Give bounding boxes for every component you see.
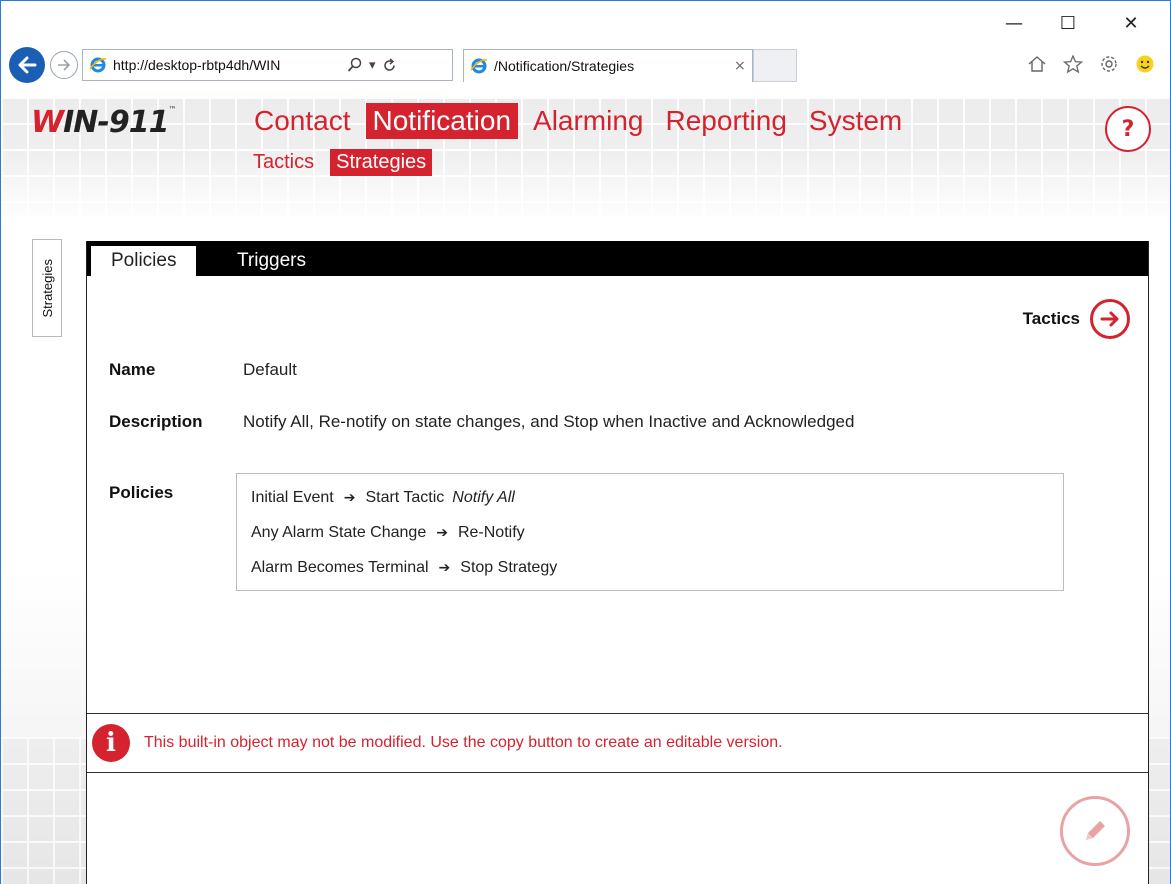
favorites-star-icon[interactable] — [1062, 53, 1084, 75]
forward-button[interactable] — [50, 51, 78, 79]
strategy-panel: Policies Triggers Tactics Name Default D… — [86, 241, 1149, 884]
back-arrow-icon — [18, 56, 37, 74]
policy-row: Any Alarm State Change ➔ Re-Notify — [251, 515, 1049, 550]
sub-nav: Tactics Strategies — [247, 149, 433, 176]
nav-notification[interactable]: Notification — [365, 103, 519, 139]
app-page: WIN-911™ Contact Notification Alarming R… — [0, 97, 1171, 884]
new-tab-button[interactable] — [753, 49, 797, 82]
dropdown-icon[interactable]: ▾ — [369, 58, 376, 73]
policy-row: Alarm Becomes Terminal ➔ Stop Strategy — [251, 550, 1049, 585]
subnav-tactics[interactable]: Tactics — [247, 149, 320, 176]
arrow-right-icon: ➔ — [343, 489, 356, 506]
strategies-side-tab[interactable]: Strategies — [32, 239, 62, 337]
home-icon[interactable] — [1026, 53, 1048, 75]
notice-text: This built-in object may not be modified… — [144, 734, 783, 751]
policy-action: Re-Notify — [457, 523, 525, 541]
policy-event: Alarm Becomes Terminal — [251, 558, 429, 576]
feedback-smiley-icon[interactable] — [1134, 53, 1156, 75]
side-tab-label: Strategies — [39, 258, 55, 318]
edit-button[interactable] — [1060, 796, 1130, 866]
policy-event: Any Alarm State Change — [251, 523, 427, 541]
policies-label: Policies — [109, 483, 174, 502]
tactics-link[interactable]: Tactics — [1023, 299, 1130, 339]
tab-policies[interactable]: Policies — [91, 246, 197, 276]
arrow-right-icon: ➔ — [438, 559, 451, 576]
pencil-icon — [1086, 821, 1105, 840]
description-value: Notify All, Re-notify on state changes, … — [243, 412, 855, 431]
policy-detail: Notify All — [452, 488, 515, 506]
address-bar[interactable]: http://desktop-rbtp4dh/WIN ▾ — [82, 49, 453, 81]
panel-tabbar: Policies Triggers — [87, 241, 1148, 276]
tab-close-icon[interactable]: × — [734, 58, 746, 74]
nav-reporting[interactable]: Reporting — [659, 103, 794, 139]
arrow-right-circle-icon[interactable] — [1090, 299, 1130, 339]
refresh-icon[interactable] — [382, 57, 397, 73]
nav-contact[interactable]: Contact — [247, 103, 358, 139]
ie-logo-icon — [89, 56, 107, 74]
minimize-button[interactable]: — — [994, 9, 1034, 37]
policy-action: Stop Strategy — [460, 558, 558, 576]
policy-row: Initial Event ➔ Start Tactic Notify All — [251, 480, 1049, 515]
close-window-button[interactable]: ✕ — [1111, 9, 1151, 37]
maximize-button[interactable]: ☐ — [1048, 9, 1088, 37]
name-label: Name — [109, 360, 156, 379]
info-icon: i — [92, 724, 130, 762]
help-button[interactable]: ? — [1105, 106, 1151, 152]
browser-tab-strategies[interactable]: /Notification/Strategies × — [463, 49, 753, 82]
back-button[interactable] — [9, 47, 45, 83]
description-label: Description — [109, 412, 203, 431]
subnav-strategies[interactable]: Strategies — [330, 149, 433, 176]
tab-title: /Notification/Strategies — [494, 58, 635, 74]
policy-action: Start Tactic — [365, 488, 445, 506]
policies-list: Initial Event ➔ Start Tactic Notify All … — [236, 473, 1064, 591]
nav-system[interactable]: System — [802, 103, 909, 139]
forward-arrow-icon — [58, 59, 71, 71]
nav-alarming[interactable]: Alarming — [526, 103, 650, 139]
browser-chrome: — ☐ ✕ http://desktop-rbtp4dh/WIN ▾ /Noti… — [0, 0, 1171, 97]
url-text[interactable]: http://desktop-rbtp4dh/WIN — [113, 57, 341, 73]
main-nav: Contact Notification Alarming Reporting … — [247, 103, 909, 139]
policy-event: Initial Event — [251, 488, 334, 506]
search-icon[interactable] — [347, 57, 363, 73]
arrow-right-icon: ➔ — [436, 524, 448, 541]
ie-logo-icon — [470, 57, 488, 75]
readonly-notice: i This built-in object may not be modifi… — [87, 713, 1148, 773]
name-value: Default — [243, 360, 297, 379]
win911-logo: WIN-911™ — [31, 105, 176, 140]
settings-gear-icon[interactable] — [1098, 53, 1120, 75]
tactics-link-label: Tactics — [1022, 309, 1080, 328]
tab-triggers[interactable]: Triggers — [217, 246, 326, 276]
